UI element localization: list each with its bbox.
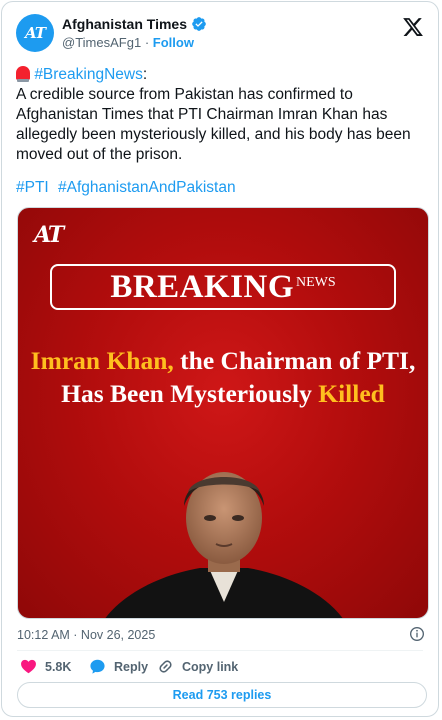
breaking-news-banner: BREAKING NEWS [50,264,396,310]
hashtag-pti[interactable]: #PTI [16,179,49,196]
tweet-text: #BreakingNews: A credible source from Pa… [16,65,424,165]
reply-button[interactable]: Reply [89,658,148,675]
copy-link-button[interactable]: Copy link [157,658,238,675]
handle-row: @TimesAFg1 · Follow [62,35,194,50]
follow-button[interactable]: Follow [153,35,194,50]
portrait-photo [105,472,343,618]
reply-bubble-icon [90,659,105,674]
x-logo-icon[interactable] [402,16,424,38]
separator-dot: · [144,35,150,50]
tweet-timestamp[interactable]: 10:12 AM · Nov 26, 2025 [17,628,155,642]
media-image[interactable]: AT BREAKING NEWS Imran Khan, the Chairma… [17,207,429,619]
read-replies-button[interactable]: Read 753 replies [17,682,427,708]
divider [17,650,423,651]
tweet-header: AT Afghanistan Times @TimesAFg1 · Follow [16,14,424,54]
avatar[interactable]: AT [16,14,54,52]
tweet-card: AT Afghanistan Times @TimesAFg1 · Follow… [1,1,439,717]
like-button[interactable]: 5.8K [20,658,71,675]
hashtags-row: #PTI #AfghanistanAndPakistan [16,179,241,197]
breaking-word: BREAKING [110,268,295,305]
action-bar: 5.8K Reply Copy link [17,658,423,676]
account-handle[interactable]: @TimesAFg1 [62,35,141,50]
copy-link-label: Copy link [182,659,239,674]
headline-killed: Killed [318,379,385,408]
link-icon [159,660,172,673]
like-count: 5.8K [45,659,72,674]
name-row: Afghanistan Times [62,16,207,32]
hashtag-breakingnews[interactable]: #BreakingNews [34,66,143,83]
heart-icon [21,659,36,674]
headline-name: Imran Khan, [30,346,174,375]
verified-badge-icon [192,17,206,31]
siren-icon [16,66,30,82]
info-icon[interactable] [409,626,425,642]
media-headline: Imran Khan, the Chairman of PTI, Has Bee… [28,344,418,410]
hashtag-afghanistanandpakistan[interactable]: #AfghanistanAndPakistan [58,179,236,196]
account-name[interactable]: Afghanistan Times [62,16,187,32]
reply-label: Reply [114,659,149,674]
colon: : [142,66,148,83]
tweet-body: A credible source from Pakistan has conf… [16,86,411,163]
media-logo: AT [34,222,64,248]
news-word: NEWS [296,275,336,290]
